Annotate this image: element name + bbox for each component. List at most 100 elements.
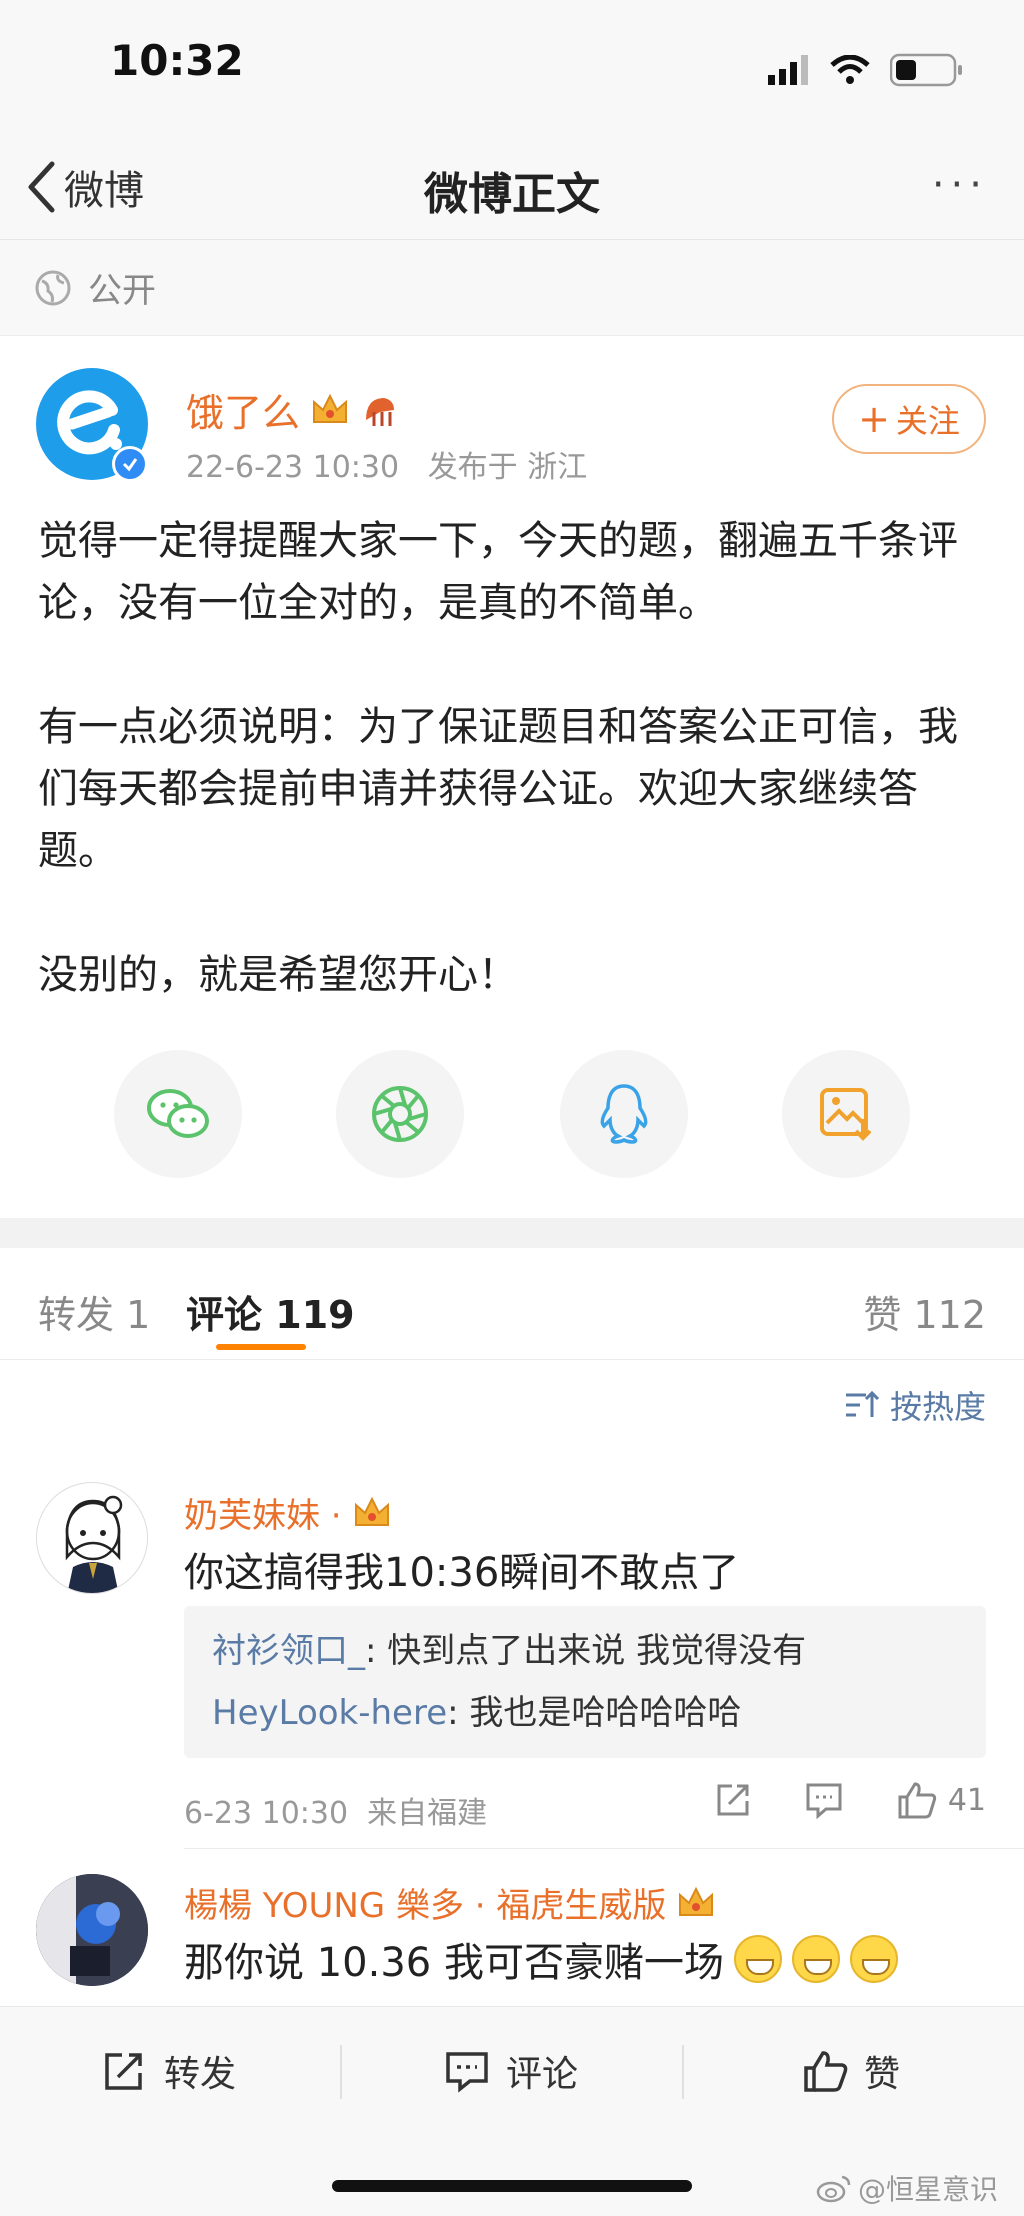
share-qq-button[interactable]	[560, 1050, 688, 1178]
reply-line: HeyLook-here: 我也是哈哈哈哈哈	[212, 1682, 958, 1744]
save-image-icon	[820, 1088, 872, 1141]
comment-location: 来自福建	[367, 1796, 488, 1831]
reply-user[interactable]: 衬衫领口_	[212, 1631, 365, 1671]
sort-label: 按热度	[889, 1388, 986, 1426]
tab-comments-count: 119	[275, 1293, 355, 1337]
share-wechat-button[interactable]	[114, 1050, 242, 1178]
comment-text-row: 那你说 10.36 我可否豪赌一场	[184, 1930, 898, 1988]
watermark: @恒星意识	[816, 2168, 998, 2208]
post-tabs: 转发 1 评论 119 赞 112	[0, 1248, 1024, 1360]
follow-button[interactable]: + 关注	[832, 384, 986, 454]
comment-like-button[interactable]: 41	[896, 1780, 986, 1820]
signal-icon	[768, 55, 808, 85]
battery-icon	[890, 53, 962, 87]
tab-likes[interactable]: 赞 112	[863, 1284, 986, 1339]
thumbs-up-icon	[898, 1782, 936, 1819]
share-comment-icon[interactable]	[714, 1781, 752, 1819]
crown-badge-icon	[354, 1496, 389, 1526]
post-location: 发布于 浙江	[427, 450, 588, 485]
globe-icon	[35, 270, 71, 305]
author-name-row[interactable]: 饿了么	[186, 382, 400, 437]
tab-comments[interactable]: 评论 119	[186, 1284, 355, 1339]
post-paragraph: 没别的，就是希望您开心！	[38, 952, 518, 998]
nav-bar: 微博 微博正文 ···	[0, 140, 1024, 240]
weibo-logo-icon	[816, 2175, 851, 2203]
sort-button[interactable]: 按热度	[844, 1382, 986, 1428]
bottom-repost-label: 转发	[164, 2054, 237, 2095]
post-paragraph: 有一点必须说明：为了保证题目和答案公正可信，我们每天都会提前申请并获得公证。欢迎…	[38, 704, 958, 874]
section-divider	[0, 1218, 1024, 1248]
sort-icon	[845, 1390, 880, 1417]
follow-label: 关注	[895, 402, 960, 440]
author-name[interactable]: 饿了么	[186, 382, 300, 437]
wifi-icon	[830, 55, 870, 84]
plus-icon: +	[858, 397, 890, 441]
comment-meta: 6-23 10:30 来自福建	[184, 1788, 487, 1832]
tab-indicator	[216, 1344, 306, 1350]
privacy-label: 公开	[88, 271, 156, 311]
crown-badge-icon	[679, 1886, 714, 1916]
verified-badge-icon	[112, 446, 148, 482]
moments-icon	[372, 1086, 428, 1142]
comment-author[interactable]: 奶芙妹妹 ·	[184, 1488, 392, 1537]
grin-emoji-icon	[733, 1935, 782, 1983]
fan-badge-icon	[366, 397, 395, 426]
repost-icon	[105, 2053, 142, 2090]
post-time: 22-6-23 10:30	[186, 450, 400, 485]
tab-repost-label: 转发	[38, 1293, 115, 1337]
comment-like-count: 41	[947, 1782, 986, 1818]
home-indicator[interactable]	[332, 2180, 692, 2192]
reply-text: : 快到点了出来说 我觉得没有	[365, 1631, 807, 1671]
share-row	[0, 1050, 1024, 1180]
comment-author-name[interactable]: 奶芙妹妹 ·	[184, 1488, 342, 1537]
comment-text: 那你说 10.36 我可否豪赌一场	[184, 1940, 724, 1986]
watermark-text: @恒星意识	[857, 2173, 998, 2206]
wechat-icon	[147, 1089, 209, 1138]
grin-emoji-icon	[791, 1935, 840, 1983]
avatar-illustration	[65, 1495, 123, 1593]
crown-badge-icon	[313, 393, 348, 423]
bottom-like-button[interactable]: 赞	[802, 2045, 900, 2097]
comment-author-name[interactable]: 楊楊 YOUNG 樂多 · 福虎生威版	[184, 1878, 666, 1927]
save-image-button[interactable]	[782, 1050, 910, 1178]
comment-actions: 41	[714, 1780, 986, 1820]
comment-text: 你这搞得我10:36瞬间不敢点了	[184, 1550, 740, 1596]
post-header: 饿了么 22-6-23 10:30 发布于 浙江 + 关注	[0, 336, 1024, 486]
tab-repost-count: 1	[126, 1293, 151, 1337]
bottom-divider	[340, 2045, 342, 2099]
reply-text: : 我也是哈哈哈哈哈	[447, 1693, 742, 1733]
tab-likes-count: 112	[913, 1293, 986, 1337]
page-title: 微博正文	[424, 169, 600, 220]
tab-comments-label: 评论	[186, 1293, 263, 1337]
comment-icon	[446, 2052, 488, 2093]
tab-repost[interactable]: 转发 1	[38, 1284, 150, 1339]
reply-icon[interactable]	[804, 1781, 844, 1819]
bottom-comment-label: 评论	[506, 2054, 579, 2095]
reply-user[interactable]: HeyLook-here	[212, 1693, 447, 1733]
comment-replies[interactable]: 衬衫领口_: 快到点了出来说 我觉得没有 HeyLook-here: 我也是哈哈…	[184, 1606, 986, 1758]
bottom-comment-button[interactable]: 评论	[444, 2045, 578, 2097]
share-moments-button[interactable]	[336, 1050, 464, 1178]
bottom-divider	[682, 2045, 684, 2099]
grin-emoji-icon	[849, 1935, 898, 1983]
avatar[interactable]	[36, 1482, 148, 1594]
avatar-photo	[36, 1874, 148, 1986]
status-bar: 10:32	[0, 0, 1024, 140]
status-icons	[768, 52, 964, 88]
post-paragraph: 觉得一定得提醒大家一下，今天的题，翻遍五千条评论，没有一位全对的，是真的不简单。	[38, 518, 958, 626]
comment-time: 6-23 10:30	[184, 1796, 349, 1831]
more-button[interactable]: ···	[932, 162, 988, 208]
post-body: 觉得一定得提醒大家一下，今天的题，翻遍五千条评论，没有一位全对的，是真的不简单。…	[38, 510, 988, 1006]
bottom-repost-button[interactable]: 转发	[102, 2045, 236, 2097]
thumbs-up-icon	[804, 2051, 848, 2092]
comment-divider	[184, 1848, 1024, 1849]
comment-author[interactable]: 楊楊 YOUNG 樂多 · 福虎生威版	[184, 1878, 716, 1927]
qq-icon	[600, 1084, 648, 1144]
tab-likes-label: 赞	[863, 1293, 902, 1337]
reply-line: 衬衫领口_: 快到点了出来说 我觉得没有	[212, 1620, 958, 1682]
post-meta: 22-6-23 10:30 发布于 浙江	[186, 442, 587, 486]
privacy-row: 公开	[0, 240, 1024, 336]
bottom-like-label: 赞	[864, 2054, 901, 2095]
status-time: 10:32	[110, 36, 244, 85]
avatar[interactable]	[36, 1874, 148, 1986]
